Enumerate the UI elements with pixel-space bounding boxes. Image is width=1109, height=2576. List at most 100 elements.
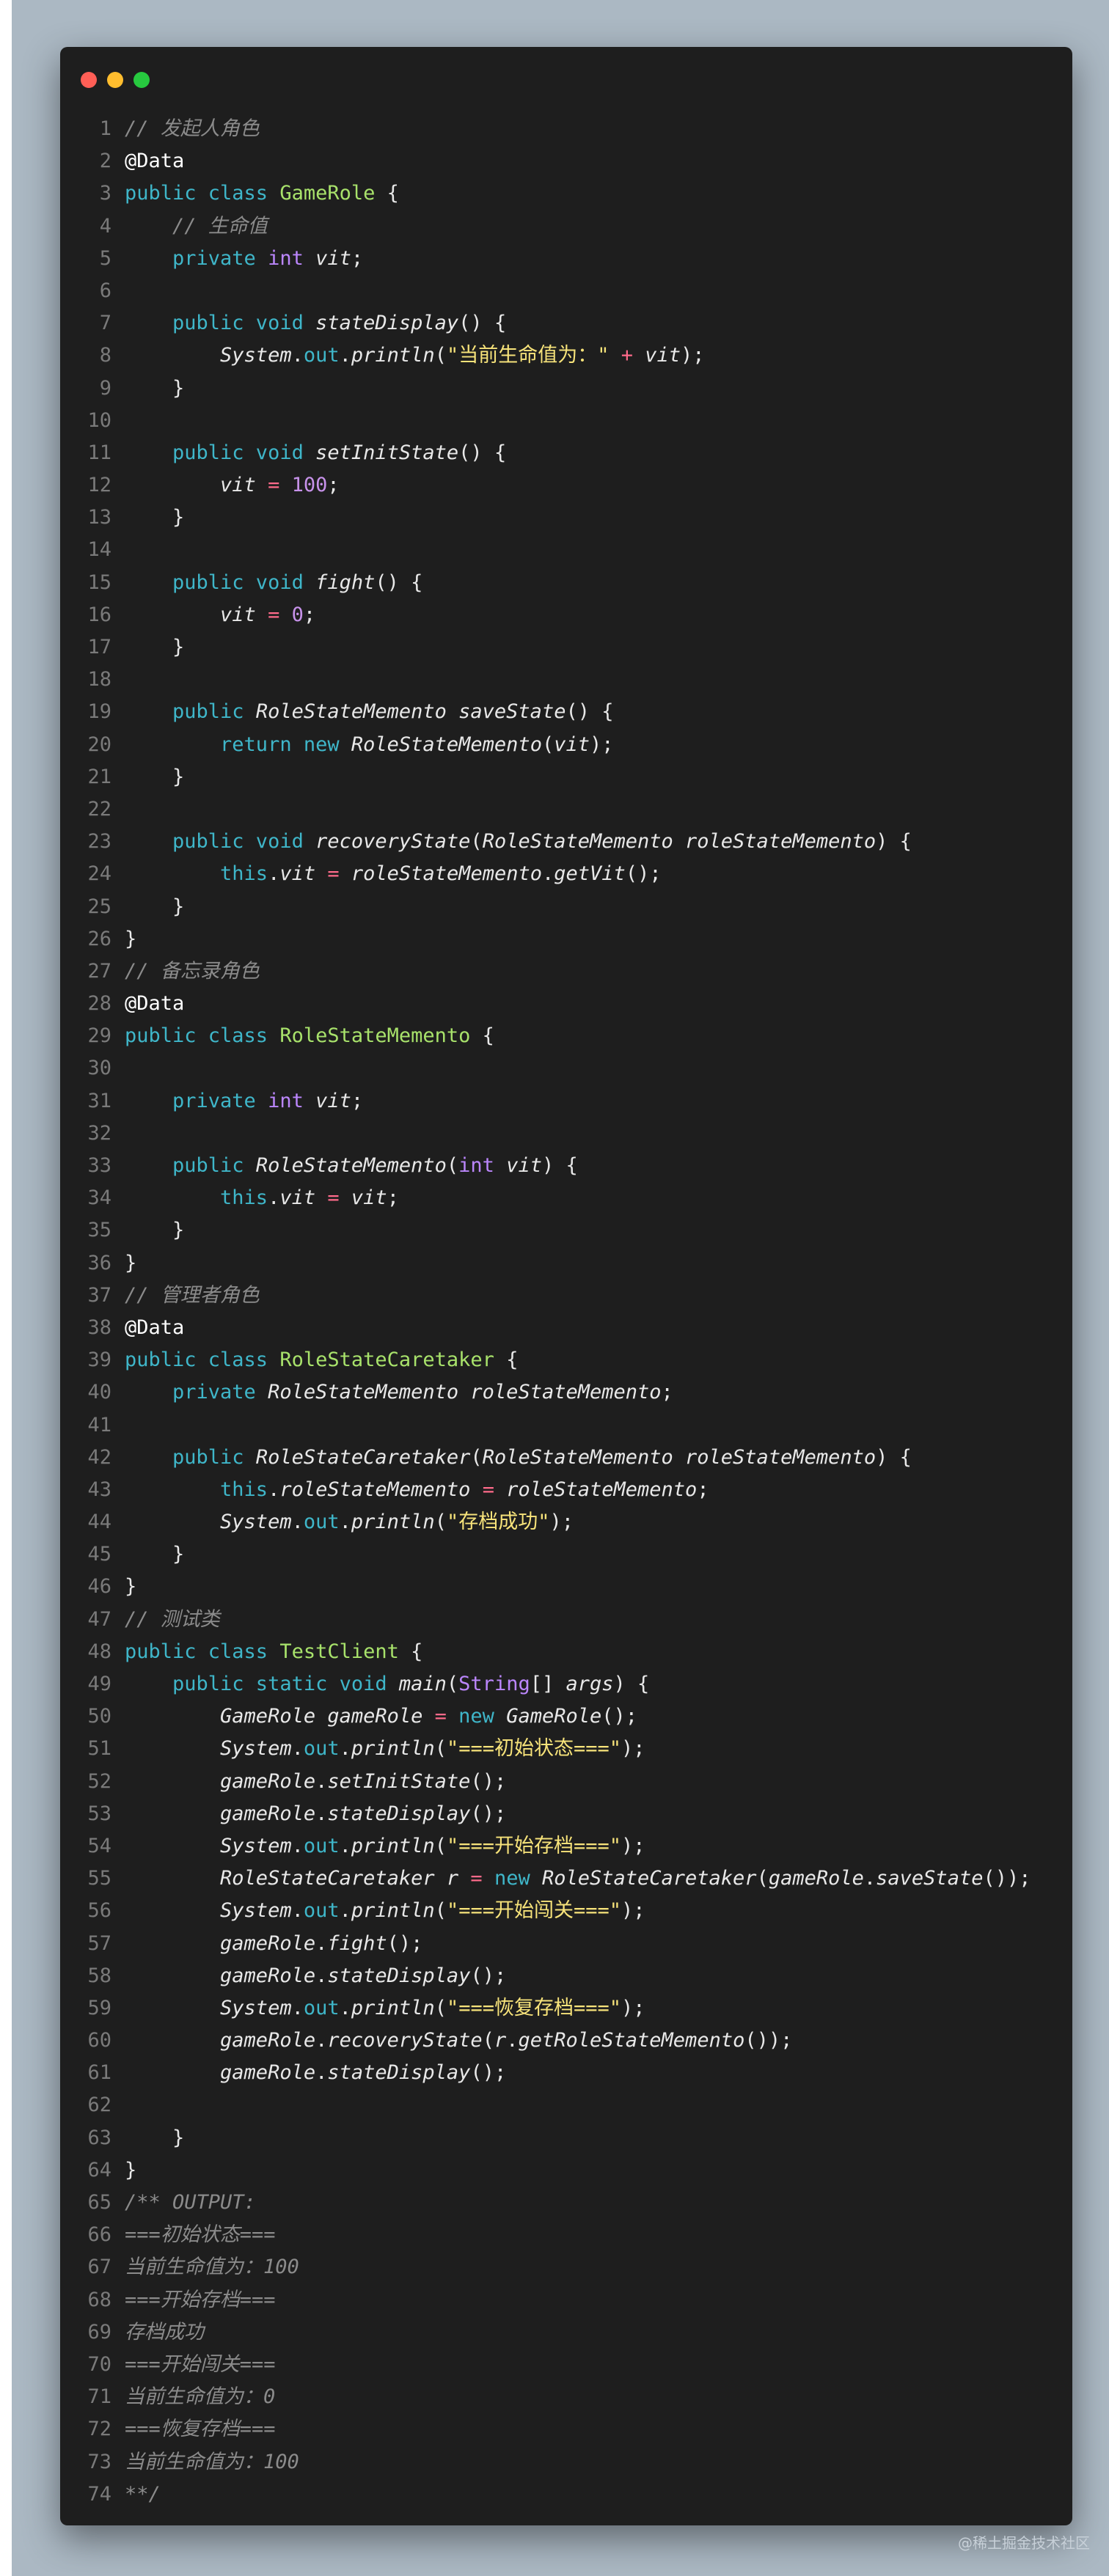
code-token: println (351, 1899, 435, 1923)
line-content: System.out.println("当前生命值为：" + vit); (111, 340, 1072, 372)
code-line: 68 ===开始存档=== (60, 2284, 1072, 2316)
code-token: () { (375, 570, 423, 594)
code-token: this (125, 1186, 268, 1210)
line-content: this.roleStateMemento = roleStateMemento… (111, 1474, 1072, 1506)
code-line: 45 } (60, 1538, 1072, 1571)
line-number: 25 (87, 895, 111, 918)
code-token: ) { (541, 1154, 578, 1177)
code-token: ( (756, 1867, 769, 1890)
code-token: . (339, 1737, 351, 1761)
code-token: . (339, 1996, 351, 2019)
line-number: 46 (87, 1575, 111, 1599)
line-number: 74 (87, 2482, 111, 2506)
code-token: gameRole (125, 1931, 316, 1955)
code-line: 33 public RoleStateMemento(int vit) { (60, 1150, 1072, 1182)
code-line: 63 } (60, 2122, 1072, 2154)
code-token: } (125, 765, 185, 788)
code-token: public (125, 1445, 256, 1469)
line-number: 42 (87, 1445, 111, 1469)
code-token: = (315, 1186, 351, 1210)
line-content: /** OUTPUT: (111, 2187, 1072, 2219)
code-token: int (458, 1154, 494, 1177)
watermark: @稀土掘金技术社区 (958, 2534, 1090, 2552)
code-token: ); (590, 733, 614, 756)
line-number: 70 (87, 2352, 111, 2376)
code-line: 5 private int vit; (60, 243, 1072, 275)
code-token: new (494, 1867, 542, 1890)
code-token: vit (494, 1154, 542, 1177)
code-token: stateDisplay (315, 312, 459, 335)
line-number: 68 (87, 2288, 111, 2311)
code-line: 25 } (60, 891, 1072, 923)
code-line: 36} (60, 1247, 1072, 1280)
code-line: 15 public void fight() { (60, 567, 1072, 599)
line-content: this.vit = vit; (111, 1182, 1072, 1214)
line-number: 13 (87, 506, 111, 529)
line-content: public static void main(String[] args) { (111, 1668, 1072, 1700)
code-token: = (255, 603, 292, 626)
code-token: () { (458, 441, 507, 464)
code-line: 71 当前生命值为：0 (60, 2381, 1072, 2413)
code-token: 100 (291, 474, 328, 497)
code-line: 2 @Data (60, 145, 1072, 177)
code-token: . (315, 2061, 328, 2085)
code-token: = (315, 862, 351, 886)
code-line: 43 this.roleStateMemento = roleStateMeme… (60, 1474, 1072, 1506)
code-token: } (125, 2126, 185, 2149)
maximize-window-icon (133, 72, 150, 88)
code-line: 53 gameRole.stateDisplay(); (60, 1798, 1072, 1830)
line-number: 50 (87, 1705, 111, 1728)
line-content: ===恢复存档=== (111, 2413, 1072, 2445)
code-token: ; (327, 474, 340, 497)
code-token: GameRole (279, 182, 376, 205)
code-token: = (458, 1867, 494, 1890)
line-number: 61 (87, 2061, 111, 2085)
code-token: . (268, 862, 280, 886)
line-content: 当前生命值为：100 (111, 2446, 1072, 2478)
code-token: ( (434, 1996, 447, 2019)
line-content: } (111, 1247, 1072, 1280)
line-content (111, 1409, 1072, 1442)
code-line: 26} (60, 923, 1072, 955)
line-number: 38 (87, 1315, 111, 1339)
code-token: fight (327, 1931, 387, 1955)
code-token: ( (470, 1445, 483, 1469)
code-token: ; (351, 1089, 364, 1112)
code-token: (); (470, 2061, 507, 2085)
code-token: vit (303, 1089, 351, 1112)
code-token: . (339, 1899, 351, 1923)
line-content: // 备忘录角色 (111, 955, 1072, 988)
line-number: 14 (87, 538, 111, 562)
line-number: 2 (99, 150, 111, 173)
line-content: ===开始存档=== (111, 2284, 1072, 2316)
line-number: 18 (87, 668, 111, 691)
line-number: 57 (87, 1931, 111, 1955)
code-line: 41 (60, 1409, 1072, 1442)
code-token: } (125, 2158, 137, 2181)
line-content (111, 1118, 1072, 1150)
code-token: ===恢复存档=== (125, 2418, 276, 2441)
code-line: 44 System.out.println("存档成功"); (60, 1506, 1072, 1538)
line-number: 39 (87, 1348, 111, 1372)
code-line: 14 (60, 534, 1072, 566)
code-line: 58 gameRole.stateDisplay(); (60, 1960, 1072, 1992)
code-token: (); (470, 1769, 507, 1793)
line-number: 47 (87, 1607, 111, 1631)
code-window: 1// 发起人角色 2 @Data 3 public class GameRole {4… (60, 47, 1072, 2525)
code-token: } (125, 376, 185, 400)
line-number: 30 (87, 1057, 111, 1080)
line-number: 40 (87, 1381, 111, 1404)
code-line: 32 (60, 1118, 1072, 1150)
code-token: gameRole (768, 1867, 864, 1890)
code-line: 17 } (60, 631, 1072, 664)
line-number: 37 (87, 1283, 111, 1307)
code-token: . (315, 2029, 328, 2052)
code-token: ; (697, 1478, 709, 1501)
code-token: ()); (744, 2029, 793, 2052)
line-content: public void setInitState() { (111, 437, 1072, 469)
line-content: } (111, 631, 1072, 664)
line-number: 24 (87, 862, 111, 886)
code-area: 1// 发起人角色 2 @Data 3 public class GameRole {4… (60, 113, 1072, 2511)
code-line: 66 ===初始状态=== (60, 2219, 1072, 2251)
code-token: . (339, 344, 351, 367)
